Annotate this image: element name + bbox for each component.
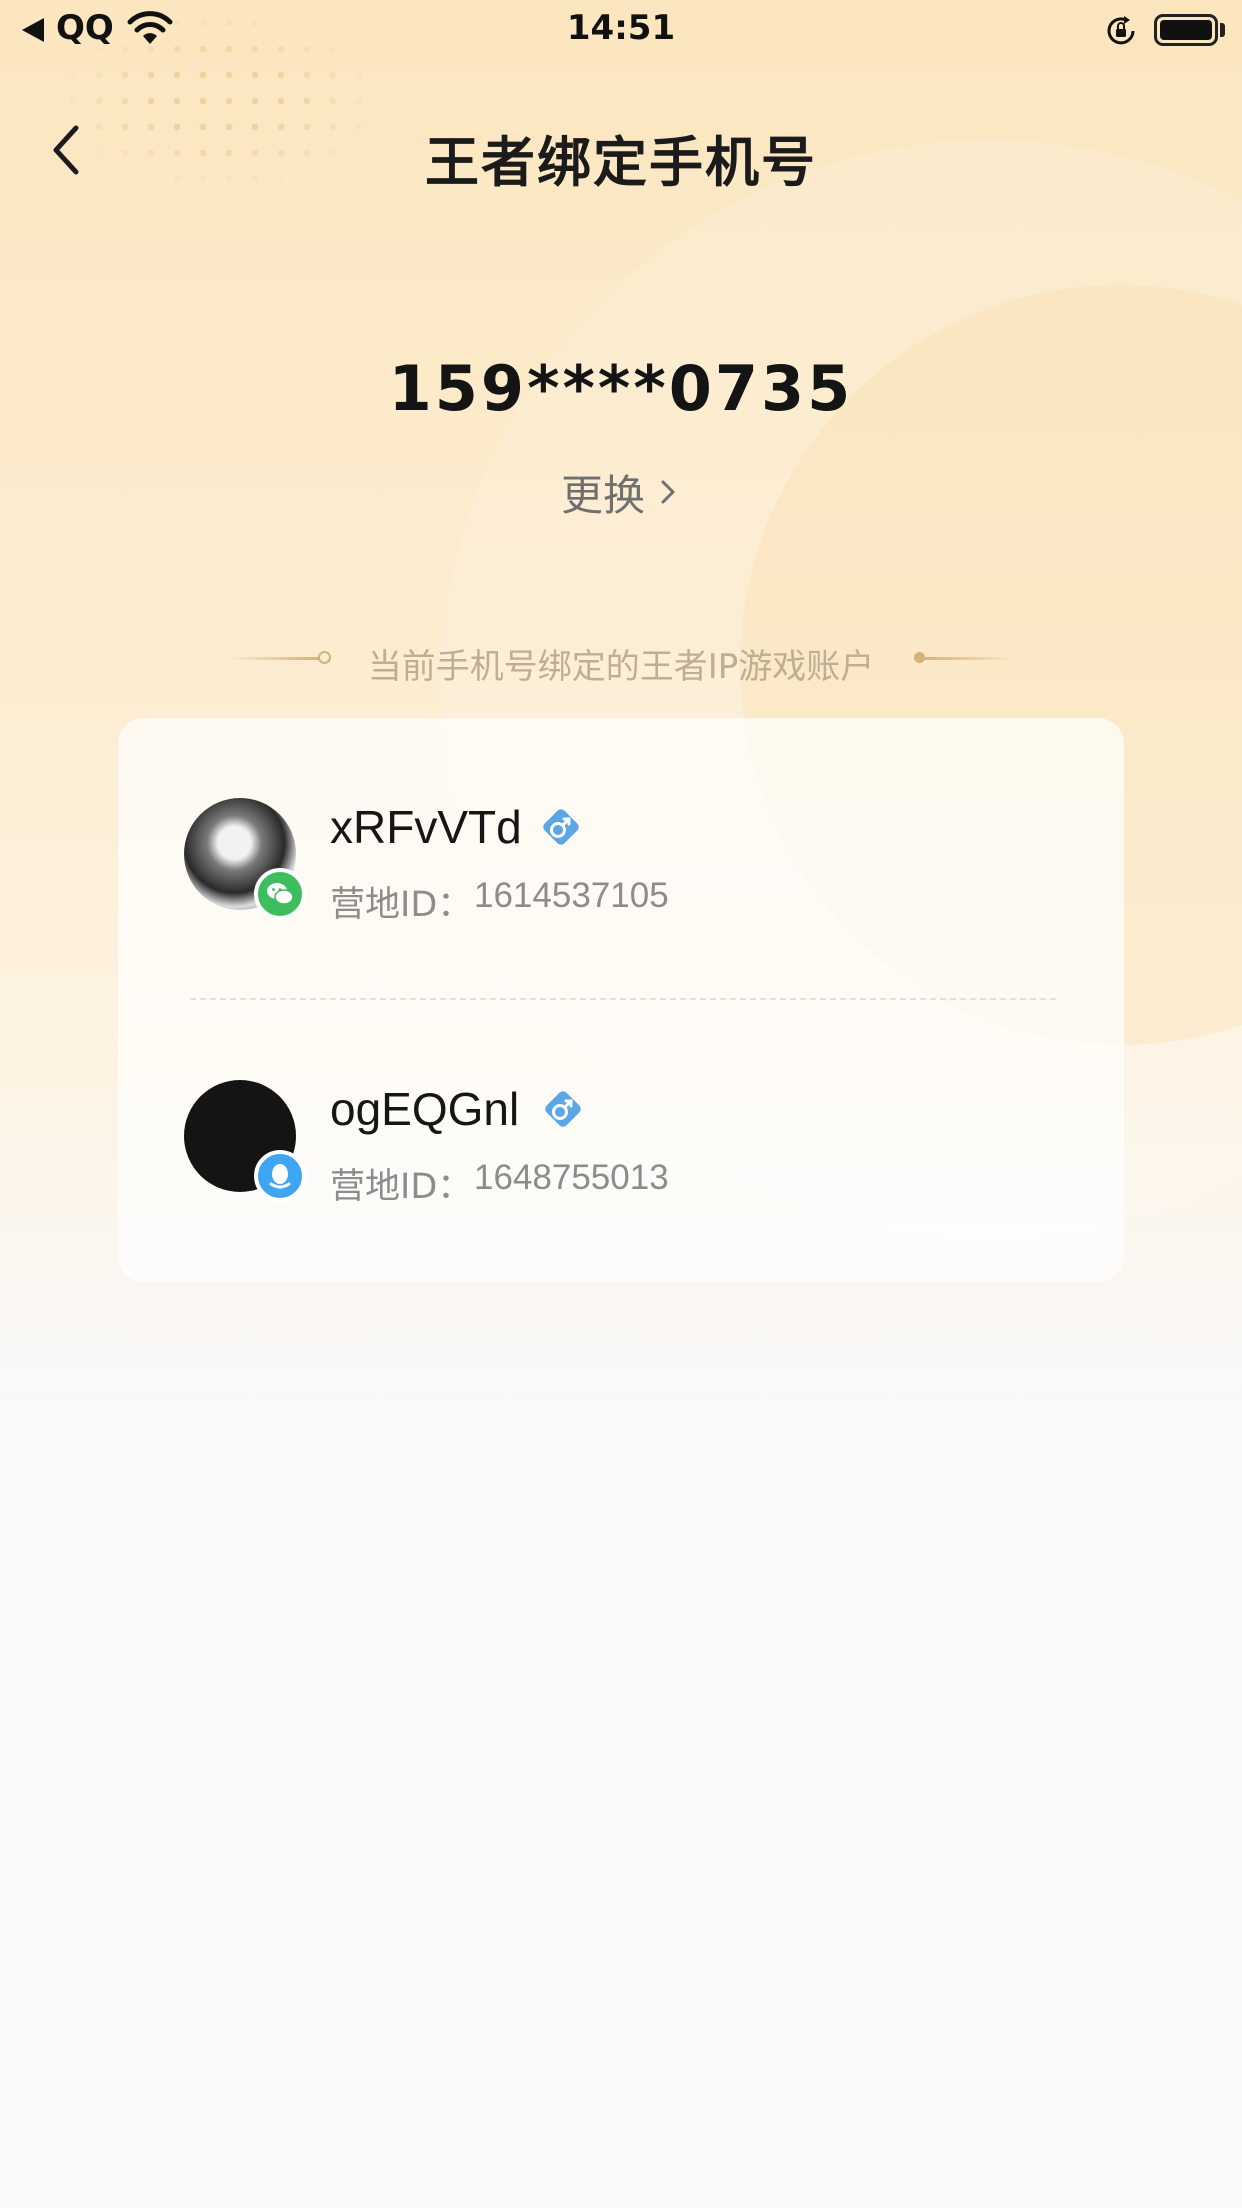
account-id-label: 营地ID： (330, 1167, 473, 1207)
section-header: 当前手机号绑定的王者IP游戏账户 (0, 635, 1242, 687)
accounts-card: xRFvVTd 营地ID： 1614537105 ogEQGnl 营地ID： 1… (118, 718, 1124, 1282)
page-title: 王者绑定手机号 (425, 131, 817, 194)
section-title: 当前手机号绑定的王者IP游戏账户 (367, 647, 875, 687)
account-name: ogEQGnl (330, 1083, 520, 1135)
account-name: xRFvVTd (330, 801, 522, 853)
account-id-label: 营地ID： (330, 885, 473, 925)
male-icon (545, 1091, 581, 1127)
account-id: 1614537105 (474, 876, 669, 915)
account-item[interactable]: xRFvVTd 营地ID： 1614537105 (118, 718, 1124, 988)
battery-cap (1220, 23, 1225, 37)
wechat-icon (254, 868, 306, 920)
change-phone-label: 更换 (560, 470, 645, 520)
rotation-lock-icon (1107, 16, 1135, 45)
battery-icon (1154, 14, 1218, 46)
section-line-right (924, 657, 1016, 660)
bound-phone-number: 159****0735 (388, 352, 854, 425)
account-id: 1648755013 (474, 1158, 669, 1197)
qq-icon (254, 1150, 306, 1202)
change-phone-button[interactable]: 更换 (540, 462, 702, 522)
account-item[interactable]: ogEQGnl 营地ID： 1648755013 (118, 1000, 1124, 1270)
male-icon (543, 809, 579, 845)
clock: 14:51 (566, 8, 676, 48)
chevron-right-icon (661, 480, 675, 504)
status-bar: QQ 14:51 (0, 0, 1242, 62)
